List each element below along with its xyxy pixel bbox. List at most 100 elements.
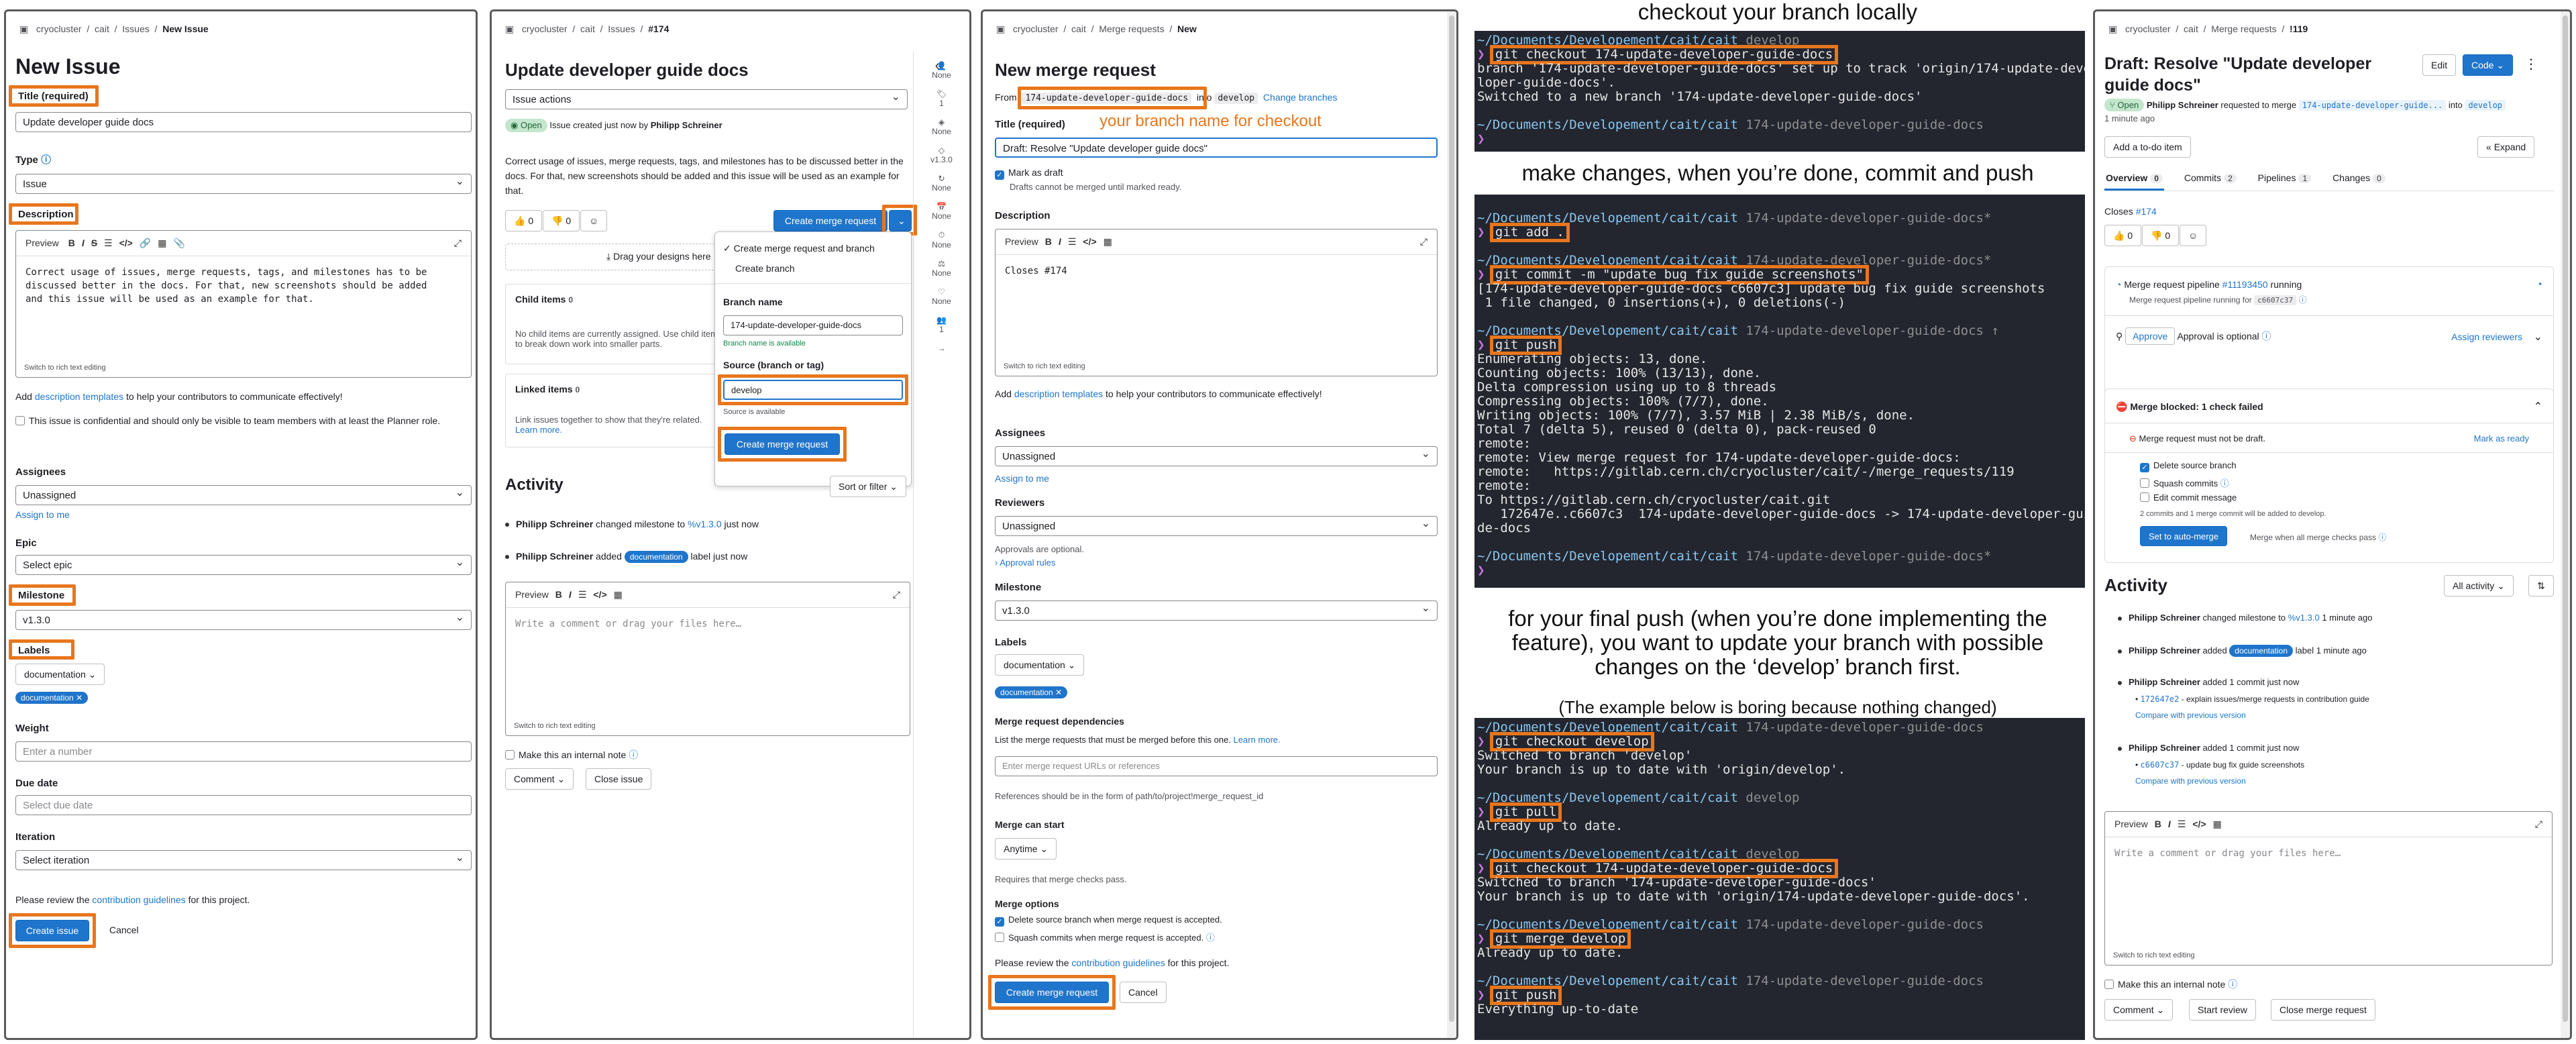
- approve-button[interactable]: Approve: [2125, 327, 2176, 345]
- milestone-link[interactable]: %v1.3.0: [2288, 613, 2320, 623]
- assign-reviewers-link[interactable]: Assign reviewers: [2451, 331, 2522, 342]
- add-reaction-icon[interactable]: ☺: [2180, 225, 2207, 246]
- switch-rich-text[interactable]: Switch to rich text editing: [2113, 951, 2195, 959]
- edit-commit-checkbox[interactable]: Edit commit message: [2140, 492, 2237, 503]
- bold-icon[interactable]: B: [555, 589, 562, 600]
- thumbs-up-button[interactable]: 👍 0: [2104, 225, 2142, 246]
- assignees-select[interactable]: Unassigned: [995, 446, 1438, 466]
- arrow-right-icon[interactable]: →: [914, 344, 969, 353]
- switch-rich-text[interactable]: Switch to rich text editing: [1004, 362, 1085, 370]
- cancel-button[interactable]: Cancel: [101, 920, 147, 941]
- title-input[interactable]: Draft: Resolve "Update developer guide d…: [995, 138, 1438, 158]
- reviewers-select[interactable]: Unassigned: [995, 516, 1438, 536]
- preview-tab[interactable]: Preview: [515, 589, 549, 600]
- help-icon[interactable]: ⓘ: [41, 154, 51, 166]
- approval-rules-toggle[interactable]: › Approval rules: [995, 558, 1055, 568]
- table-icon[interactable]: ▦: [158, 238, 166, 248]
- issue-link[interactable]: #174: [2136, 206, 2157, 217]
- breadcrumb-project[interactable]: cait: [1071, 23, 1086, 34]
- assign-to-me-link[interactable]: Assign to me: [15, 509, 70, 520]
- compare-link[interactable]: Compare with previous version: [2135, 776, 2246, 786]
- switch-rich-text[interactable]: Switch to rich text editing: [514, 722, 596, 730]
- breadcrumb-mrs[interactable]: Merge requests: [1099, 23, 1164, 34]
- preview-tab[interactable]: Preview: [25, 238, 59, 248]
- activity-filter-dropdown[interactable]: All activity ⌄: [2444, 575, 2514, 596]
- compare-link[interactable]: Compare with previous version: [2135, 711, 2246, 720]
- assignee-icon[interactable]: 👤 None: [914, 61, 969, 80]
- delete-source-checkbox[interactable]: ✓ Delete source branch: [2140, 460, 2237, 472]
- code-button[interactable]: Code ⌄: [2463, 54, 2514, 76]
- chevron-down-icon[interactable]: ⌄: [889, 210, 912, 231]
- scrollbar[interactable]: [1447, 11, 1456, 1038]
- tab-changes[interactable]: Changes 0: [2331, 167, 2387, 189]
- attach-icon[interactable]: 📎: [174, 238, 185, 248]
- confidential-checkbox[interactable]: This issue is confidential and should on…: [15, 414, 451, 427]
- tab-pipelines[interactable]: Pipelines 1: [2257, 167, 2313, 189]
- labels-dropdown[interactable]: documentation ⌄: [995, 654, 1085, 676]
- tab-commits[interactable]: Commits 2: [2183, 167, 2238, 189]
- health-icon[interactable]: ♡ None: [914, 287, 969, 306]
- breadcrumb-issues[interactable]: Issues: [608, 23, 635, 34]
- internal-note-checkbox[interactable]: Make this an internal note ⓘ: [505, 748, 638, 762]
- due-date-input[interactable]: Select due date: [15, 795, 472, 815]
- breadcrumb-project[interactable]: cait: [2184, 23, 2198, 34]
- mark-as-ready-link[interactable]: Mark as ready: [2474, 433, 2529, 443]
- comment-editor[interactable]: Preview B I ☰ </> ▦ ⤢ Write a comment or drag …: [505, 582, 910, 736]
- squash-checkbox[interactable]: Squash commits ⓘ: [2140, 476, 2229, 489]
- list-icon[interactable]: ☰: [2178, 819, 2186, 829]
- iteration-icon[interactable]: ↻ None: [914, 174, 969, 193]
- code-icon[interactable]: </>: [119, 238, 133, 248]
- comment-editor[interactable]: Preview B I ☰ </> ▦ ⤢ Write a comment or drag …: [2104, 811, 2553, 965]
- commit-link[interactable]: 172647e2: [2141, 694, 2180, 704]
- italic-icon[interactable]: I: [2168, 819, 2171, 829]
- breadcrumb-group[interactable]: cryocluster: [522, 23, 568, 34]
- time-icon[interactable]: ⏱ None: [914, 230, 969, 250]
- create-issue-button[interactable]: Create issue: [15, 920, 89, 941]
- checkbox[interactable]: [15, 416, 25, 425]
- option-create-branch[interactable]: Create branch: [735, 263, 795, 274]
- merge-start-dropdown[interactable]: Anytime ⌄: [995, 838, 1057, 859]
- learn-more-link[interactable]: Learn more.: [1234, 735, 1281, 745]
- source-branch[interactable]: 174-update-developer-guide...: [2298, 100, 2447, 111]
- issue-actions-dropdown[interactable]: Issue actions: [505, 89, 908, 109]
- chevron-up-icon[interactable]: ⌃: [2534, 400, 2542, 413]
- fullscreen-icon[interactable]: ⤢: [893, 589, 900, 601]
- scrollbar[interactable]: [2561, 11, 2570, 1038]
- branch-name-input[interactable]: 174-update-developer-guide-docs: [723, 315, 903, 335]
- sort-filter-dropdown[interactable]: Sort or filter ⌄: [830, 476, 906, 497]
- milestone-select[interactable]: v1.3.0: [15, 610, 472, 630]
- preview-tab[interactable]: Preview: [1005, 236, 1038, 247]
- breadcrumb-issues[interactable]: Issues: [122, 23, 149, 34]
- add-todo-button[interactable]: Add a to-do item: [2104, 136, 2191, 158]
- description-editor[interactable]: Preview B I ☰ </> ▦ ⤢ Closes #174 Switch to ri…: [995, 229, 1438, 376]
- delete-source-checkbox[interactable]: ✓ Delete source branch when merge request…: [995, 915, 1222, 927]
- fullscreen-icon[interactable]: ⤢: [1420, 236, 1428, 248]
- milestone-icon[interactable]: ◇ v1.3.0: [914, 146, 969, 164]
- list-icon[interactable]: ☰: [1068, 236, 1077, 247]
- create-merge-request-button[interactable]: Create merge request: [995, 982, 1109, 1003]
- bold-icon[interactable]: B: [2155, 819, 2161, 829]
- fullscreen-icon[interactable]: ⤢: [2535, 819, 2542, 830]
- thumbs-up-button[interactable]: 👍 0: [505, 210, 543, 231]
- source-input[interactable]: develop: [723, 380, 903, 400]
- thumbs-down-button[interactable]: 👎 0: [543, 210, 580, 231]
- code-icon[interactable]: </>: [1083, 236, 1096, 247]
- labels-icon[interactable]: 🏷 1: [914, 89, 969, 108]
- breadcrumb-group[interactable]: cryocluster: [2125, 23, 2171, 34]
- sidebar-toggle-icon[interactable]: ▣: [2108, 23, 2117, 34]
- italic-icon[interactable]: I: [569, 589, 572, 600]
- preview-tab[interactable]: Preview: [2114, 819, 2148, 829]
- label-chip[interactable]: documentation ✕: [995, 686, 1068, 698]
- breadcrumb-project[interactable]: cait: [95, 23, 109, 34]
- contribution-guidelines-link[interactable]: contribution guidelines: [1071, 957, 1165, 968]
- italic-icon[interactable]: I: [82, 238, 85, 248]
- milestone-select[interactable]: v1.3.0: [995, 601, 1438, 621]
- close-mr-button[interactable]: Close merge request: [2271, 999, 2375, 1021]
- epic-icon[interactable]: ◈ None: [914, 117, 969, 136]
- change-branches-link[interactable]: Change branches: [1263, 92, 1338, 103]
- strike-icon[interactable]: S: [91, 238, 97, 248]
- description-templates-link[interactable]: description templates: [35, 391, 123, 402]
- due-date-icon[interactable]: 📅 None: [914, 202, 969, 221]
- pipeline-link[interactable]: #11193450: [2222, 279, 2268, 290]
- internal-note-checkbox[interactable]: Make this an internal note ⓘ: [2104, 978, 2237, 991]
